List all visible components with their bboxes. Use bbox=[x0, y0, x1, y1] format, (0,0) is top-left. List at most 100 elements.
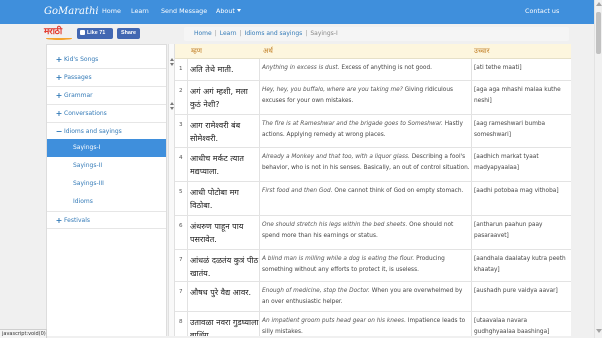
scroll-up-arrow-icon[interactable] bbox=[596, 2, 602, 6]
breadcrumb-learn[interactable]: Learn bbox=[220, 30, 237, 37]
sidebar-item-label: Kid's Songs bbox=[64, 56, 99, 63]
breadcrumb-separator: | bbox=[305, 30, 308, 37]
transliteration: [aadhi potobaa mag vithoba] bbox=[474, 188, 559, 194]
table-row: 4 आधीच मर्कट त्यात मद्यप्याला. Already a… bbox=[175, 148, 571, 182]
page: GoMarathi Home Learn Send Message About … bbox=[0, 0, 602, 338]
transliteration: [aag rameshwari bumba someshwari] bbox=[474, 121, 546, 138]
explanation: Excess of anything is not good. bbox=[341, 65, 432, 71]
marathi-logo: मराठी bbox=[44, 27, 74, 40]
plus-icon: + bbox=[55, 109, 63, 118]
marathi-saying: अंथरुण पाहून पाय पसरावेत. bbox=[190, 222, 244, 244]
table-row: 1 अति तेथे माती. Anything in excess is d… bbox=[175, 59, 571, 81]
row-number: 6 bbox=[179, 223, 183, 229]
breadcrumb-separator: | bbox=[239, 30, 242, 37]
sidebar: + Kid's Songs + Passages + Grammar + Convers… bbox=[46, 44, 167, 336]
sidebar-subitem-sayings-2[interactable]: Sayings-II bbox=[47, 157, 166, 175]
row-number: 5 bbox=[179, 189, 183, 195]
marathi-saying: आंधळं दळतंय कुत्रं पीठ खातंय. bbox=[190, 256, 259, 278]
saying-meaning: The fire is at Rameshwar and the brigade… bbox=[262, 119, 470, 140]
table-row: 5 आधी पोटोबा मग विठोबा. First food and t… bbox=[175, 182, 571, 216]
scroll-down-arrow-icon[interactable] bbox=[596, 329, 602, 333]
sidebar-item-festivals[interactable]: + Festivals bbox=[47, 211, 166, 229]
transliteration: [aadhich markat tyaat madyapyaalaa] bbox=[474, 154, 539, 171]
plus-icon: + bbox=[55, 216, 63, 225]
sidebar-subitem-sayings-1[interactable]: Sayings-I bbox=[47, 139, 166, 157]
logo-swoosh bbox=[46, 37, 72, 40]
marathi-saying: अगं अगं म्हशी, मला कुठं नेशी? bbox=[190, 87, 248, 109]
brand-logo[interactable]: GoMarathi bbox=[44, 5, 99, 19]
nav-about-label: About bbox=[216, 7, 235, 15]
nav-about[interactable]: About bbox=[216, 7, 241, 16]
row-number: 7 bbox=[179, 257, 183, 263]
table-row: 7 औषध पुरे वैद्य आवर. Enough of medicine… bbox=[175, 282, 571, 312]
column-header-saying: म्हण bbox=[191, 47, 202, 55]
facebook-share-button[interactable]: Share bbox=[117, 28, 140, 39]
facebook-like-button[interactable]: Like 71 bbox=[77, 28, 113, 39]
sidebar-item-grammar[interactable]: + Grammar bbox=[47, 87, 166, 105]
breadcrumb-home[interactable]: Home bbox=[194, 30, 212, 37]
literal-meaning: Enough of medicine, stop the Doctor. bbox=[262, 288, 370, 294]
saying-meaning: First food and then God. One cannot thin… bbox=[262, 186, 470, 197]
scrollbar-thumb[interactable] bbox=[596, 12, 601, 54]
sidebar-subitem-sayings-3[interactable]: Sayings-III bbox=[47, 175, 166, 193]
nav-home[interactable]: Home bbox=[102, 7, 121, 16]
saying-meaning: Hey, hey, you buffalo, where are you tak… bbox=[262, 85, 470, 106]
table-row: 3 आग रामेश्वरी बंब सोमेश्वरी. The fire i… bbox=[175, 115, 571, 148]
transliteration: [aandhala daalatay kutra peeth khaatay] bbox=[474, 256, 566, 273]
sidebar-subitem-idioms[interactable]: Idioms bbox=[47, 193, 166, 211]
literal-meaning: Hey, hey, you buffalo, where are you tak… bbox=[262, 87, 403, 93]
thumbs-up-icon bbox=[80, 30, 85, 35]
nav-send-message[interactable]: Send Message bbox=[161, 7, 207, 16]
transliteration: [aushadh pure vaidya aavar] bbox=[474, 288, 558, 294]
sidebar-item-passages[interactable]: + Passages bbox=[47, 69, 166, 87]
caret-down-icon[interactable] bbox=[170, 107, 174, 110]
sayings-table: म्हण अर्थ उच्चार 1 अति तेथे माती. Anythi… bbox=[175, 44, 571, 336]
plus-icon: + bbox=[55, 73, 63, 82]
sidebar-item-kids-songs[interactable]: + Kid's Songs bbox=[47, 51, 166, 69]
row-number: 1 bbox=[179, 66, 183, 72]
table-row: 7 आंधळं दळतंय कुत्रं पीठ खातंय. A blind … bbox=[175, 250, 571, 282]
like-count: Like 71 bbox=[87, 30, 106, 36]
row-number: 4 bbox=[179, 155, 183, 161]
breadcrumb-current: Sayings-I bbox=[310, 30, 338, 37]
marathi-saying: अति तेथे माती. bbox=[190, 65, 234, 74]
literal-meaning: A blind man is milling while a dog is ea… bbox=[262, 256, 415, 262]
table-row: 2 अगं अगं म्हशी, मला कुठं नेशी? Hey, hey… bbox=[175, 81, 571, 115]
literal-meaning: Already a Monkey and that too, with a li… bbox=[262, 154, 410, 160]
saying-meaning: Already a Monkey and that too, with a li… bbox=[262, 152, 470, 173]
breadcrumb-idioms[interactable]: Idioms and sayings bbox=[245, 30, 303, 37]
caret-up-icon[interactable] bbox=[170, 102, 174, 105]
row-number: 3 bbox=[179, 122, 183, 128]
sidebar-item-label: Grammar bbox=[64, 92, 93, 99]
row-number: 2 bbox=[179, 88, 183, 94]
row-number: 8 bbox=[179, 319, 183, 325]
caret-down-icon[interactable] bbox=[170, 63, 174, 66]
nav-contact-us[interactable]: Contact us bbox=[525, 7, 559, 16]
plus-icon: + bbox=[55, 91, 63, 100]
transliteration: [antharun paahun paay pasaraavet] bbox=[474, 222, 543, 239]
marathi-saying: उतावळा नवरा गुडघ्याला बाशिंग. bbox=[190, 318, 259, 336]
breadcrumb: Home | Learn | Idioms and sayings | Sayings-I bbox=[184, 27, 569, 41]
transliteration: [utaavalaa navara gudhghyaalaa baashinga… bbox=[474, 318, 550, 335]
marathi-saying: औषध पुरे वैद्य आवर. bbox=[190, 288, 252, 297]
marathi-saying: आधी पोटोबा मग विठोबा. bbox=[190, 188, 239, 210]
table-row: 8 उतावळा नवरा गुडघ्याला बाशिंग. An impat… bbox=[175, 312, 571, 336]
literal-meaning: First food and then God. bbox=[262, 188, 333, 194]
table-header: म्हण अर्थ उच्चार bbox=[175, 44, 571, 59]
page-scrollbar[interactable] bbox=[594, 0, 602, 338]
saying-meaning: An impatient groom puts head gear on his… bbox=[262, 316, 470, 336]
caret-up-icon[interactable] bbox=[170, 58, 174, 61]
nav-learn[interactable]: Learn bbox=[131, 7, 149, 16]
chevron-down-icon bbox=[236, 9, 241, 12]
sidebar-item-conversations[interactable]: + Conversations bbox=[47, 105, 166, 123]
saying-meaning: Enough of medicine, stop the Doctor. Whe… bbox=[262, 286, 470, 307]
status-bar-url: javascript:void(0); bbox=[0, 329, 47, 338]
breadcrumb-separator: | bbox=[214, 30, 217, 37]
column-header-pronunciation: उच्चार bbox=[474, 47, 490, 55]
splitter-gutter[interactable] bbox=[168, 44, 175, 336]
literal-meaning: One should stretch his legs within the b… bbox=[262, 222, 408, 228]
transliteration: [ati tethe maati] bbox=[474, 65, 522, 71]
sidebar-item-label: Conversations bbox=[64, 110, 107, 117]
literal-meaning: An impatient groom puts head gear on his… bbox=[262, 318, 406, 324]
explanation: One cannot think of God on empty stomach… bbox=[334, 188, 464, 194]
